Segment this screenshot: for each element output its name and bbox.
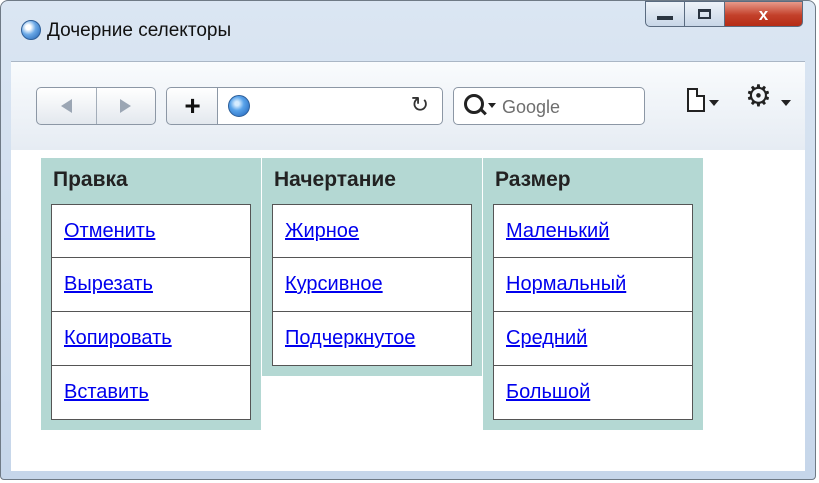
menu-item-normal: Нормальный [493, 258, 693, 312]
link-undo[interactable]: Отменить [64, 220, 155, 242]
link-medium[interactable]: Средний [506, 327, 587, 349]
link-bold[interactable]: Жирное [285, 220, 359, 242]
page-menu-caret-icon[interactable] [709, 100, 719, 106]
browser-window: Дочерние селекторы x + ↻ Google ⚙ Правка… [0, 0, 816, 480]
minimize-icon [657, 16, 673, 20]
menu-list-style: Жирное Курсивное Подчеркнутое [272, 204, 472, 366]
menu-list-size: Маленький Нормальный Средний Большой [493, 204, 693, 420]
link-large[interactable]: Большой [506, 381, 590, 403]
gear-icon[interactable]: ⚙ [745, 82, 772, 112]
page-icon[interactable] [687, 88, 705, 112]
back-forward-group [36, 87, 156, 125]
menu-item-bold: Жирное [272, 204, 472, 258]
link-cut[interactable]: Вырезать [64, 273, 153, 295]
menu-title-edit: Правка [53, 168, 128, 191]
globe-icon [228, 95, 250, 117]
back-button[interactable] [37, 88, 96, 124]
maximize-button[interactable] [685, 1, 725, 27]
title-bar[interactable]: Дочерние селекторы x [1, 1, 815, 59]
forward-button[interactable] [95, 88, 156, 124]
link-underline[interactable]: Подчеркнутое [285, 327, 415, 349]
minimize-button[interactable] [645, 1, 685, 27]
menu-item-large: Большой [493, 366, 693, 420]
forward-icon [120, 99, 132, 113]
page-content: Правка Отменить Вырезать Копировать Вста… [11, 150, 805, 471]
close-button[interactable]: x [725, 1, 803, 27]
search-engine-dropdown-icon[interactable] [488, 103, 496, 108]
menu-item-undo: Отменить [51, 204, 251, 258]
link-small[interactable]: Маленький [506, 220, 609, 242]
menu-edit: Правка Отменить Вырезать Копировать Вста… [41, 158, 261, 430]
add-tab-button[interactable]: + [166, 87, 218, 125]
link-normal[interactable]: Нормальный [506, 273, 626, 295]
menu-title-size: Размер [495, 168, 571, 191]
reload-icon[interactable]: ↻ [411, 92, 429, 118]
link-copy[interactable]: Копировать [64, 327, 172, 349]
menu-item-italic: Курсивное [272, 258, 472, 312]
menu-item-small: Маленький [493, 204, 693, 258]
search-icon[interactable] [464, 94, 484, 114]
back-icon [60, 99, 72, 113]
close-icon: x [758, 4, 769, 24]
menu-item-paste: Вставить [51, 366, 251, 420]
window-controls: x [645, 1, 803, 28]
menu-item-copy: Копировать [51, 312, 251, 366]
menu-item-cut: Вырезать [51, 258, 251, 312]
link-italic[interactable]: Курсивное [285, 273, 383, 295]
menu-item-medium: Средний [493, 312, 693, 366]
menu-list-edit: Отменить Вырезать Копировать Вставить [51, 204, 251, 420]
gear-menu-caret-icon[interactable] [781, 100, 791, 106]
menu-item-underline: Подчеркнутое [272, 312, 472, 366]
search-field[interactable]: Google [453, 87, 645, 125]
window-title: Дочерние селекторы [47, 20, 232, 41]
address-bar[interactable]: ↻ [217, 87, 443, 125]
menu-style: Начертание Жирное Курсивное Подчеркнутое [262, 158, 482, 376]
menu-size: Размер Маленький Нормальный Средний Боль… [483, 158, 703, 430]
browser-app-icon [21, 20, 41, 40]
maximize-icon [698, 9, 711, 19]
link-paste[interactable]: Вставить [64, 381, 149, 403]
search-placeholder: Google [502, 97, 561, 117]
browser-toolbar: + ↻ Google ⚙ [11, 61, 805, 150]
menu-title-style: Начертание [274, 168, 396, 191]
